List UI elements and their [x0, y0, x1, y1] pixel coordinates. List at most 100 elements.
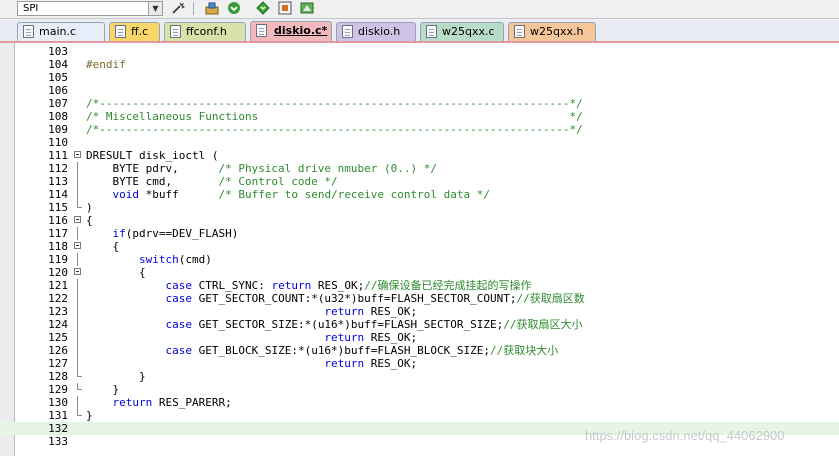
line-number: 112: [48, 162, 68, 175]
file-tab[interactable]: ffconf.h: [164, 22, 246, 41]
code-text: void *buff /* Buffer to send/receive con…: [112, 188, 491, 201]
code-text: /* Miscellaneous Functions */: [86, 110, 583, 123]
line-number: 110: [48, 136, 68, 149]
line-number: 130: [48, 396, 68, 409]
code-line[interactable]: 114 void *buff /* Buffer to send/receive…: [0, 188, 839, 201]
line-number: 132: [48, 422, 68, 435]
fold-marker: [73, 45, 86, 58]
pack-installer-icon[interactable]: [299, 0, 315, 16]
code-text: case GET_SECTOR_SIZE:*(u16*)buff=FLASH_S…: [165, 318, 583, 331]
code-line[interactable]: 105: [0, 71, 839, 84]
file-tab[interactable]: w25qxx.h: [508, 22, 596, 41]
code-line[interactable]: 128 }: [0, 370, 839, 383]
code-line[interactable]: 104 #endif: [0, 58, 839, 71]
line-number: 111: [48, 149, 68, 162]
code-editor[interactable]: 103 104 #endif 105 106 107 /*-----------------…: [0, 43, 839, 456]
code-line[interactable]: 122 case GET_SECTOR_COUNT:*(u32*)buff=FL…: [0, 292, 839, 305]
code-line[interactable]: 108 /* Miscellaneous Functions */: [0, 110, 839, 123]
fold-marker: [73, 58, 86, 71]
line-number: 123: [48, 305, 68, 318]
code-text: case GET_BLOCK_SIZE:*(u16*)buff=FLASH_BL…: [165, 344, 559, 357]
code-line[interactable]: 126 case GET_BLOCK_SIZE:*(u16*)buff=FLAS…: [0, 344, 839, 357]
code-line[interactable]: 130 return RES_PARERR;: [0, 396, 839, 409]
code-line[interactable]: 129 }: [0, 383, 839, 396]
fold-marker[interactable]: [73, 240, 86, 253]
code-text: {: [86, 266, 146, 279]
line-number: 122: [48, 292, 68, 305]
file-tab-label: w25qxx.c: [442, 25, 495, 38]
file-tab[interactable]: main.c: [17, 22, 105, 41]
fold-marker: [73, 422, 86, 435]
file-tab-label: diskio.c*: [274, 24, 328, 37]
fold-marker: [73, 409, 86, 422]
code-line[interactable]: 109 /*-----------------------------------…: [0, 123, 839, 136]
code-line[interactable]: 103: [0, 45, 839, 58]
fold-marker: [73, 123, 86, 136]
file-tab[interactable]: diskio.c*: [250, 21, 332, 42]
file-tab-label: w25qxx.h: [530, 25, 584, 38]
fold-marker: [73, 188, 86, 201]
chevron-down-icon[interactable]: ▼: [148, 2, 162, 15]
code-line[interactable]: 110: [0, 136, 839, 149]
code-line[interactable]: 106: [0, 84, 839, 97]
file-tab[interactable]: diskio.h: [336, 22, 416, 41]
code-line[interactable]: 118 {: [0, 240, 839, 253]
fold-marker: [73, 110, 86, 123]
fold-marker: [73, 357, 86, 370]
file-tab-label: diskio.h: [358, 25, 401, 38]
target-select-value: SPI: [23, 3, 39, 14]
file-tab-bar: main.c ff.c ffconf.h diskio.c* diskio.h w25qx…: [0, 19, 839, 42]
code-text: #endif: [86, 58, 126, 71]
code-text: /*--------------------------------------…: [86, 123, 583, 136]
line-number: 121: [48, 279, 68, 292]
code-text: return RES_OK;: [324, 357, 418, 370]
file-tab[interactable]: w25qxx.c: [420, 22, 504, 41]
fold-marker[interactable]: [73, 266, 86, 279]
code-line[interactable]: 124 case GET_SECTOR_SIZE:*(u16*)buff=FLA…: [0, 318, 839, 331]
fold-marker: [73, 84, 86, 97]
code-line[interactable]: 117 if(pdrv==DEV_FLASH): [0, 227, 839, 240]
code-text: BYTE cmd, /* Control code */: [86, 175, 338, 188]
code-text: /*--------------------------------------…: [86, 97, 583, 110]
code-line[interactable]: 116 {: [0, 214, 839, 227]
fold-marker[interactable]: [73, 149, 86, 162]
code-text: }: [86, 383, 120, 396]
code-text: ): [86, 201, 93, 214]
file-icon: [342, 25, 353, 38]
code-text: return RES_PARERR;: [112, 396, 232, 409]
watermark: https://blog.csdn.net/qq_44062900: [585, 428, 785, 443]
code-line[interactable]: 112 BYTE pdrv, /* Physical drive nmuber …: [0, 162, 839, 175]
options-wand-icon[interactable]: [170, 0, 186, 16]
fold-marker: [73, 175, 86, 188]
code-line[interactable]: 113 BYTE cmd, /* Control code */: [0, 175, 839, 188]
manage-components-icon[interactable]: [204, 0, 220, 16]
code-line[interactable]: 119 switch(cmd): [0, 253, 839, 266]
code-line[interactable]: 120 {: [0, 266, 839, 279]
download-icon[interactable]: [255, 0, 271, 16]
fold-marker: [73, 253, 86, 266]
fold-marker: [73, 292, 86, 305]
line-number: 106: [48, 84, 68, 97]
code-line[interactable]: 111 DRESULT disk_ioctl (: [0, 149, 839, 162]
code-line[interactable]: 121 case CTRL_SYNC: return RES_OK;//确保设备…: [0, 279, 839, 292]
line-number: 103: [48, 45, 68, 58]
code-line[interactable]: 127 return RES_OK;: [0, 357, 839, 370]
fold-marker: [73, 370, 86, 383]
file-tab-label: ff.c: [131, 25, 149, 38]
code-line[interactable]: 131}: [0, 409, 839, 422]
code-line[interactable]: 115): [0, 201, 839, 214]
code-line[interactable]: 107 /*-----------------------------------…: [0, 97, 839, 110]
line-number: 125: [48, 331, 68, 344]
line-number: 116: [48, 214, 68, 227]
fold-marker: [73, 136, 86, 149]
target-box-icon[interactable]: [277, 0, 293, 16]
code-line[interactable]: 123 return RES_OK;: [0, 305, 839, 318]
file-icon: [256, 24, 267, 37]
file-tab[interactable]: ff.c: [109, 22, 160, 41]
load-icon[interactable]: [226, 0, 242, 16]
line-number: 108: [48, 110, 68, 123]
target-select[interactable]: SPI ▼: [17, 1, 163, 16]
code-line[interactable]: 125 return RES_OK;: [0, 331, 839, 344]
code-text: BYTE pdrv, /* Physical drive nmuber (0..…: [86, 162, 437, 175]
fold-marker[interactable]: [73, 214, 86, 227]
